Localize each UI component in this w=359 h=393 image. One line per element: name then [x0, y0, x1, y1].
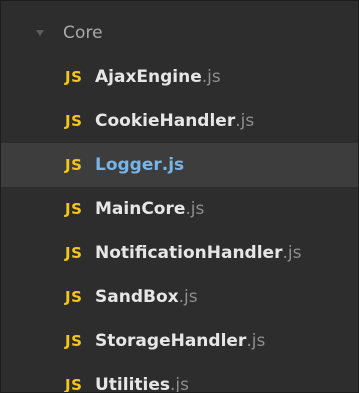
file-name: SandBox: [95, 287, 179, 307]
file-name: StorageHandler: [95, 331, 247, 351]
folder-label: Core: [63, 23, 103, 43]
file-maincore[interactable]: JS MainCore .js: [1, 187, 358, 231]
file-ajaxengine[interactable]: JS AjaxEngine .js: [1, 55, 358, 99]
file-cookiehandler[interactable]: JS CookieHandler .js: [1, 99, 358, 143]
file-tree: Core JS AjaxEngine .js JS CookieHandler .j…: [1, 11, 358, 393]
js-file-icon: JS: [65, 200, 83, 218]
file-name: Utilities: [95, 375, 171, 393]
folder-core[interactable]: Core: [1, 11, 358, 55]
js-file-icon: JS: [65, 244, 83, 262]
js-file-icon: JS: [65, 156, 83, 174]
file-extension: .js: [185, 199, 205, 219]
file-name: Logger: [95, 155, 162, 175]
file-extension: .js: [235, 111, 255, 131]
file-name: NotificationHandler: [95, 243, 283, 263]
file-notificationhandler[interactable]: JS NotificationHandler .js: [1, 231, 358, 275]
file-utilities[interactable]: JS Utilities .js: [1, 363, 358, 393]
js-file-icon: JS: [65, 112, 83, 130]
file-extension: .js: [246, 331, 266, 351]
file-tree-panel: Core JS AjaxEngine .js JS CookieHandler .j…: [0, 0, 359, 393]
file-name: MainCore: [95, 199, 186, 219]
file-storagehandler[interactable]: JS StorageHandler .js: [1, 319, 358, 363]
file-extension: .js: [170, 375, 189, 393]
chevron-down-icon[interactable]: [35, 28, 45, 38]
file-extension: .js: [201, 67, 221, 87]
file-logger[interactable]: JS Logger .js: [1, 143, 358, 187]
js-file-icon: JS: [65, 332, 83, 350]
file-name: CookieHandler: [95, 111, 236, 131]
file-name: AjaxEngine: [95, 67, 202, 87]
file-extension: .js: [178, 287, 198, 307]
file-extension: .js: [282, 243, 302, 263]
js-file-icon: JS: [65, 68, 83, 86]
file-extension: .js: [161, 155, 185, 175]
js-file-icon: JS: [65, 376, 83, 393]
js-file-icon: JS: [65, 288, 83, 306]
file-sandbox[interactable]: JS SandBox .js: [1, 275, 358, 319]
